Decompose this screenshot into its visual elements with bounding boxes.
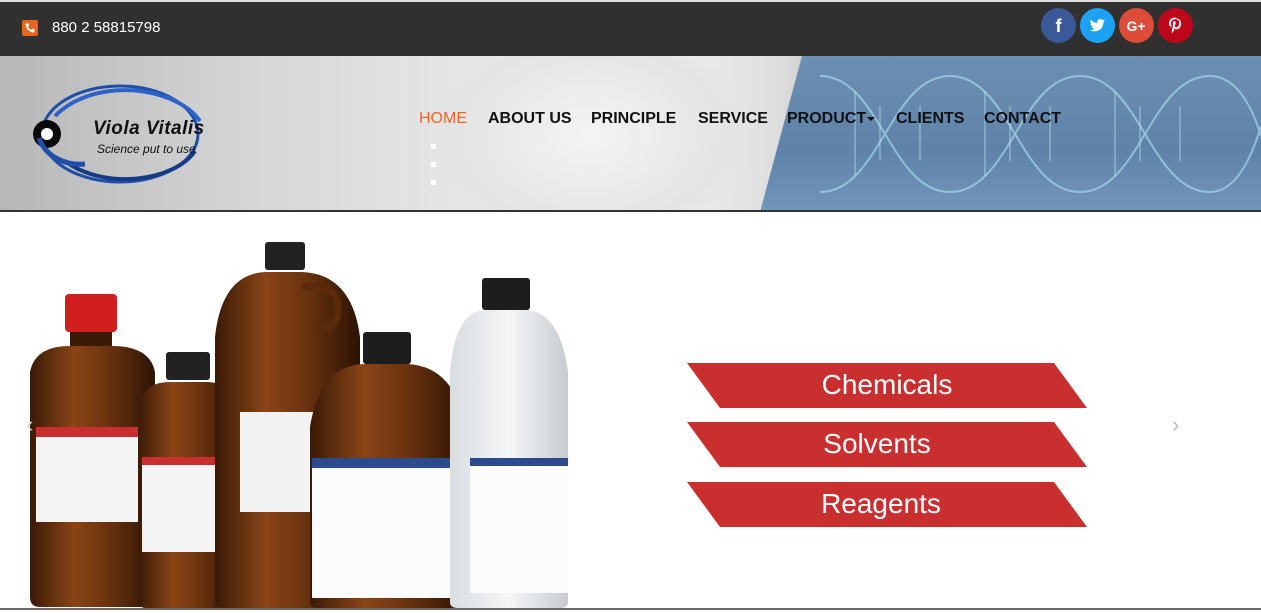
nav-principle[interactable]: PRINCIPLE [591,110,676,128]
banner-label: Solvents [823,428,931,459]
svg-text:G+: G+ [1126,18,1145,34]
top-bar: 880 2 58815798 f G+ [0,0,1261,56]
slider-next-button[interactable]: › [1172,412,1179,438]
logo-tagline: Science put to use [97,142,196,156]
svg-text:f: f [1056,16,1063,36]
nav-home[interactable]: HOME [419,110,467,128]
banner-solvents[interactable]: Solvents [687,422,1087,467]
nav-about-us[interactable]: ABOUT US [488,110,572,128]
active-indicator [431,136,439,190]
nav-contact[interactable]: CONTACT [984,110,1061,128]
phone-icon [22,20,38,36]
slider-prev-button[interactable]: ‹ [26,412,33,438]
phone-number[interactable]: 880 2 58815798 [52,19,160,36]
twitter-icon[interactable] [1080,8,1115,43]
nav-product[interactable]: PRODUCT [787,110,876,128]
header-background-photo [420,56,760,210]
nav-service[interactable]: SERVICE [698,110,768,128]
banner-label: Reagents [821,488,941,519]
logo[interactable]: Viola Vitalis Science put to use [25,76,215,191]
logo-name: Viola Vitalis [93,118,205,139]
pinterest-icon[interactable] [1158,8,1193,43]
nav-product-label: PRODUCT [787,110,867,127]
banner-chemicals[interactable]: Chemicals [687,363,1087,408]
slider-bottom-border [0,608,1261,610]
dna-background-image [760,56,1261,210]
nav-clients[interactable]: CLIENTS [896,110,964,128]
chemical-bottles-image [30,242,568,608]
banner-reagents[interactable]: Reagents [687,482,1087,527]
chevron-down-icon [867,116,876,121]
banner-label: Chemicals [821,369,953,400]
hero-slider: ‹ › Chemicals Solvents Reagents [0,212,1261,610]
facebook-icon[interactable]: f [1041,8,1076,43]
google-plus-icon[interactable]: G+ [1119,8,1154,43]
header: Viola Vitalis Science put to use HOME AB… [0,56,1261,212]
